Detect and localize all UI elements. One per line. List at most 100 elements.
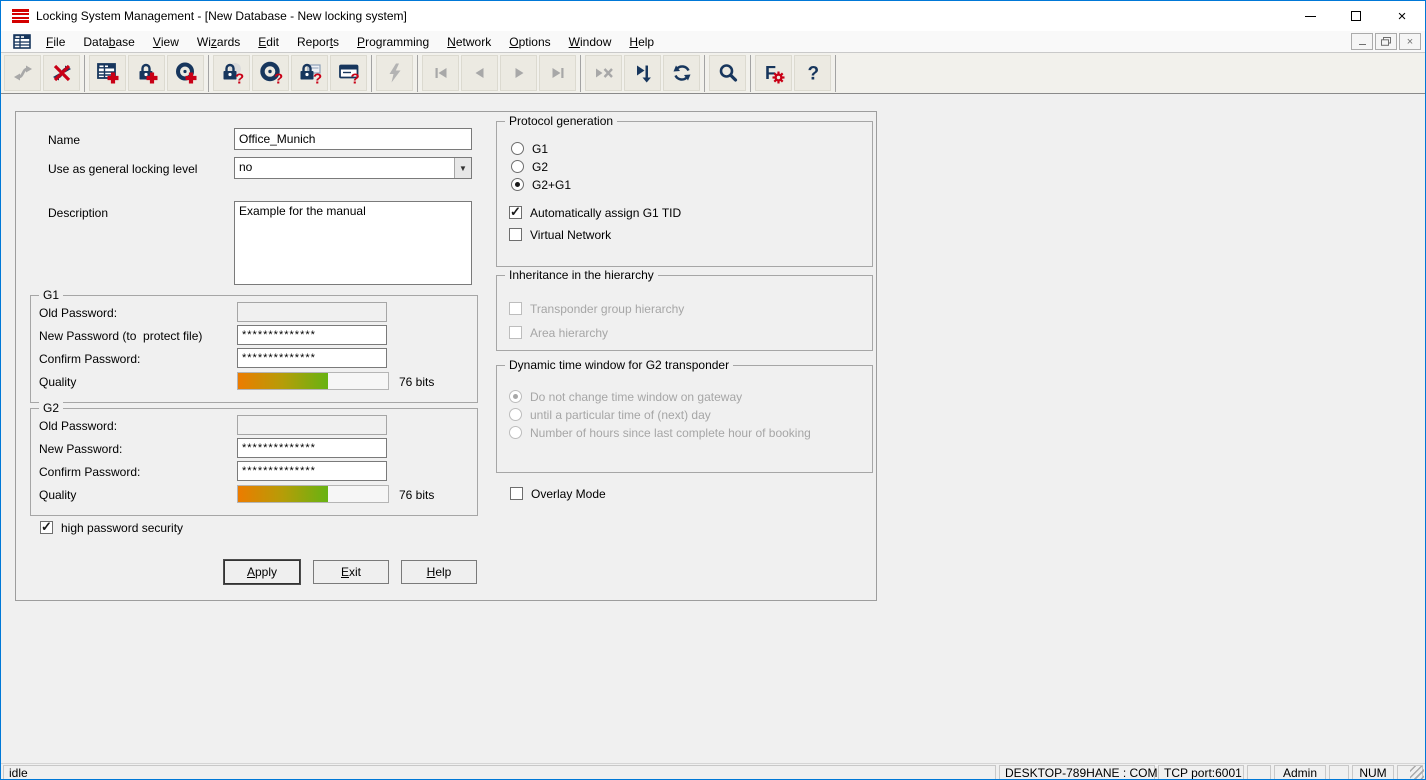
g2-new-password-input[interactable] xyxy=(237,438,387,458)
g1-quality-bits: 76 bits xyxy=(399,375,434,389)
minimize-button[interactable] xyxy=(1287,1,1333,31)
menu-window[interactable]: Window xyxy=(560,31,621,53)
g2-quality-bar xyxy=(237,485,389,503)
menu-database[interactable]: Database xyxy=(74,31,143,53)
menu-options[interactable]: Options xyxy=(500,31,559,53)
next-record-button[interactable] xyxy=(500,55,537,91)
last-record-button[interactable] xyxy=(539,55,576,91)
menu-reports[interactable]: Reports xyxy=(288,31,348,53)
protocol-g2-radio[interactable]: G2 xyxy=(511,160,548,174)
close-button[interactable]: × xyxy=(1379,1,1425,31)
maximize-button[interactable] xyxy=(1333,1,1379,31)
menu-view[interactable]: View xyxy=(144,31,188,53)
first-record-button[interactable] xyxy=(422,55,459,91)
toolbar-separator xyxy=(208,55,209,92)
g1-new-password-input[interactable] xyxy=(237,325,387,345)
new-locking-system-icon xyxy=(96,61,120,85)
general-locking-level-select[interactable]: no ▼ xyxy=(234,157,472,179)
menu-bar: File Database View Wizards Edit Reports … xyxy=(1,31,1425,53)
g1-quality-label: Quality xyxy=(39,375,76,389)
toolbar-separator xyxy=(704,55,705,92)
filter-settings-button[interactable]: F xyxy=(755,55,792,91)
mdi-restore-button[interactable] xyxy=(1375,33,1397,50)
g2-quality-fill xyxy=(238,486,328,502)
new-lock-button[interactable] xyxy=(128,55,165,91)
new-transponder-button[interactable] xyxy=(167,55,204,91)
svg-text:?: ? xyxy=(807,64,819,85)
exit-button[interactable]: Exit xyxy=(313,560,389,584)
status-host: DESKTOP-789HANE : COM(*) xyxy=(999,765,1155,780)
inheritance-title: Inheritance in the hierarchy xyxy=(505,268,658,282)
help-button[interactable]: ? xyxy=(794,55,831,91)
status-bar: idle DESKTOP-789HANE : COM(*) TCP port:6… xyxy=(1,763,1425,780)
mdi-minimize-icon xyxy=(1359,44,1366,45)
new-transponder-icon xyxy=(174,61,198,85)
connect-button[interactable] xyxy=(4,55,41,91)
menu-help[interactable]: Help xyxy=(620,31,663,53)
high-password-security-label: high password security xyxy=(61,521,183,535)
toolbar-separator xyxy=(580,55,581,92)
document-system-icon[interactable] xyxy=(13,34,31,49)
disconnect-button[interactable] xyxy=(43,55,80,91)
first-record-icon xyxy=(429,61,453,85)
window-title: Locking System Management - [New Databas… xyxy=(36,9,407,23)
connect-icon xyxy=(11,61,35,85)
minimize-icon xyxy=(1305,16,1316,17)
menu-wizards[interactable]: Wizards xyxy=(188,31,249,53)
protocol-g2g1-label: G2+G1 xyxy=(532,178,571,192)
status-blank-2 xyxy=(1329,765,1349,780)
read-mifare-lock-button[interactable]: ? xyxy=(291,55,328,91)
goto-record-button[interactable] xyxy=(624,55,661,91)
toolbar: ? ? ? ? xyxy=(1,53,1425,94)
transponder-group-hierarchy-label: Transponder group hierarchy xyxy=(530,302,684,316)
description-label: Description xyxy=(48,206,108,220)
g1-quality-bar xyxy=(237,372,389,390)
high-password-security-checkbox[interactable]: high password security xyxy=(40,521,183,535)
g2-old-password-input xyxy=(237,415,387,435)
apply-button[interactable]: Apply xyxy=(224,560,300,584)
svg-text:?: ? xyxy=(235,71,244,86)
overlay-mode-checkbox[interactable]: Overlay Mode xyxy=(510,487,606,501)
menu-programming[interactable]: Programming xyxy=(348,31,438,53)
menu-file[interactable]: File xyxy=(37,31,74,53)
g1-group: G1 Old Password: New Password (to protec… xyxy=(30,295,478,403)
mdi-restore-icon xyxy=(1381,37,1391,46)
protocol-generation-title: Protocol generation xyxy=(505,114,617,128)
new-locking-system-button[interactable] xyxy=(89,55,126,91)
refresh-button[interactable] xyxy=(663,55,700,91)
description-textarea[interactable]: Example for the manual xyxy=(234,201,472,285)
dropdown-arrow-icon[interactable]: ▼ xyxy=(454,158,471,178)
g2-confirm-password-input[interactable] xyxy=(237,461,387,481)
g2-quality-bits: 76 bits xyxy=(399,488,434,502)
new-lock-icon xyxy=(135,61,159,85)
protocol-g1-radio[interactable]: G1 xyxy=(511,142,548,156)
g2-old-password-label: Old Password: xyxy=(39,419,117,433)
read-lock-button[interactable]: ? xyxy=(213,55,250,91)
general-locking-level-value: no xyxy=(235,158,454,178)
svg-text:?: ? xyxy=(313,71,322,86)
overlay-mode-label: Overlay Mode xyxy=(531,487,606,501)
checkbox-icon xyxy=(509,228,522,241)
search-button[interactable] xyxy=(709,55,746,91)
name-input[interactable] xyxy=(234,128,472,150)
mdi-close-button[interactable]: × xyxy=(1399,33,1421,50)
until-particular-time-label: until a particular time of (next) day xyxy=(530,408,711,422)
resize-grip[interactable] xyxy=(1410,766,1424,780)
checkbox-icon xyxy=(509,302,522,315)
help-dialog-button[interactable]: Help xyxy=(401,560,477,584)
program-button[interactable] xyxy=(376,55,413,91)
g1-confirm-password-input[interactable] xyxy=(237,348,387,368)
previous-record-icon xyxy=(468,61,492,85)
dynamic-time-window-title: Dynamic time window for G2 transponder xyxy=(505,358,733,372)
read-card-button[interactable]: ? xyxy=(330,55,367,91)
g2-new-password-label: New Password: xyxy=(39,442,122,456)
menu-edit[interactable]: Edit xyxy=(249,31,288,53)
protocol-g2g1-radio[interactable]: G2+G1 xyxy=(511,178,571,192)
cancel-navigation-button[interactable] xyxy=(585,55,622,91)
read-transponder-button[interactable]: ? xyxy=(252,55,289,91)
virtual-network-checkbox[interactable]: Virtual Network xyxy=(509,228,611,242)
previous-record-button[interactable] xyxy=(461,55,498,91)
auto-assign-g1-tid-checkbox[interactable]: Automatically assign G1 TID xyxy=(509,206,681,220)
menu-network[interactable]: Network xyxy=(438,31,500,53)
mdi-minimize-button[interactable] xyxy=(1351,33,1373,50)
